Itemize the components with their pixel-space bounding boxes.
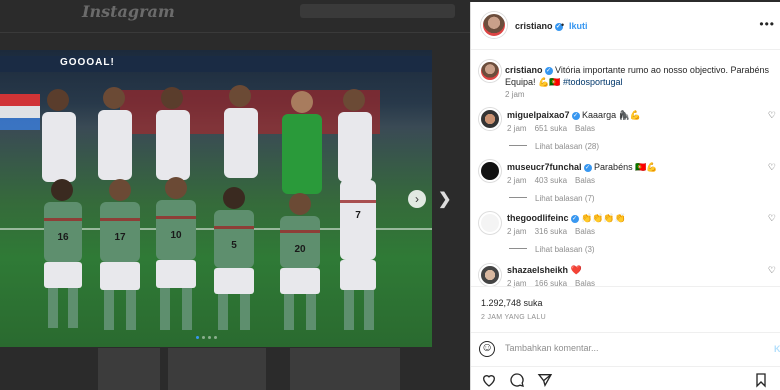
comment-text: miguelpaixao7 ✓ Kaaarga 🦍💪 (507, 110, 641, 120)
verified-icon: ✓ (571, 112, 580, 120)
carousel-dots (196, 336, 217, 339)
post-caption: cristiano ✓ Vitória importante rumo ao no… (505, 64, 775, 88)
stats-divider (471, 286, 780, 287)
comment-username[interactable]: thegoodlifeinc (507, 213, 569, 223)
verified-icon: ✓ (570, 215, 579, 223)
post-timestamp: 2 JAM YANG LALU (481, 314, 546, 321)
comment-icon[interactable] (509, 372, 525, 388)
avatar[interactable] (481, 12, 507, 38)
team-players: 16 17 10 5 20 7 (42, 85, 376, 330)
jersey-number: 16 (57, 232, 69, 243)
post-header: cristiano ✓ • Ikuti ••• (471, 2, 780, 50)
carousel-dot (208, 336, 211, 339)
comment-username[interactable]: miguelpaixao7 (507, 110, 570, 120)
post-comment-button[interactable]: Ki (774, 344, 780, 354)
likes-count[interactable]: 1.292,748 suka (481, 298, 543, 308)
comment-text: shazaelsheikh ❤️ (507, 265, 582, 275)
comment-text: thegoodlifeinc ✓ 👏👏👏👏 (507, 213, 626, 223)
post-side-panel: cristiano ✓ • Ikuti ••• cristiano ✓ Vitóri… (470, 2, 780, 390)
next-post-icon[interactable]: ❯ (438, 189, 451, 209)
avatar[interactable] (479, 108, 501, 130)
background-tile (98, 348, 160, 390)
comment-meta: 2 jam 316 suka Balas (507, 227, 596, 236)
player-back-row (42, 85, 372, 194)
comment-input[interactable] (505, 343, 725, 353)
carousel-dot (196, 336, 199, 339)
carousel-dot (214, 336, 217, 339)
heart-icon[interactable]: ♡ (768, 265, 776, 276)
carousel-dot (202, 336, 205, 339)
caption-time: 2 jam (505, 90, 525, 99)
more-options-icon[interactable]: ••• (759, 17, 775, 31)
jersey-number: 7 (355, 210, 361, 221)
heart-icon[interactable]: ♡ (768, 213, 776, 224)
view-replies-button[interactable]: Lihat balasan (7) (509, 194, 595, 203)
reply-button[interactable]: Balas (575, 227, 595, 236)
jersey-number: 17 (114, 232, 126, 243)
post-photo[interactable]: GOOOAL! 16 17 10 5 20 7 › (0, 50, 432, 347)
comment-username[interactable]: museucr7funchal (507, 162, 582, 172)
avatar[interactable] (479, 212, 501, 234)
avatar[interactable] (479, 160, 501, 182)
background-search-bar (300, 4, 455, 18)
follow-button[interactable]: Ikuti (569, 21, 588, 31)
photo-next-icon[interactable]: › (408, 190, 426, 208)
avatar[interactable] (479, 264, 501, 286)
emoji-icon[interactable] (479, 340, 495, 357)
player-front-row (44, 177, 376, 268)
comment-username[interactable]: shazaelsheikh (507, 265, 568, 275)
view-replies-button[interactable]: Lihat balasan (3) (509, 245, 595, 254)
verified-icon: ✓ (583, 164, 592, 172)
verified-icon: ✓ (544, 67, 553, 75)
background-tile (168, 348, 266, 390)
like-heart-icon[interactable] (481, 372, 497, 388)
caption-hashtag[interactable]: #todosportugal (563, 77, 623, 87)
share-icon[interactable] (537, 372, 553, 388)
separator-dot: • (561, 20, 565, 30)
background-tile (290, 348, 400, 390)
avatar[interactable] (479, 60, 501, 82)
reply-button[interactable]: Balas (575, 176, 595, 185)
caption-username[interactable]: cristiano (505, 65, 543, 75)
comment-text: museucr7funchal ✓ Parabéns 🇵🇹💪 (507, 162, 658, 172)
instagram-logo: Instagram (82, 2, 175, 21)
view-replies-button[interactable]: Lihat balasan (28) (509, 142, 599, 151)
add-comment-bar: Ki (471, 332, 780, 366)
jersey-number: 10 (170, 230, 182, 241)
comment-meta: 2 jam 651 suka Balas (507, 124, 596, 133)
save-bookmark-icon[interactable] (753, 372, 769, 388)
jersey-number: 5 (231, 240, 237, 251)
heart-icon[interactable]: ♡ (768, 162, 776, 173)
comment-meta: 2 jam 403 suka Balas (507, 176, 596, 185)
author-username[interactable]: cristiano ✓ (515, 21, 563, 31)
heart-icon[interactable]: ♡ (768, 110, 776, 121)
jersey-number: 20 (294, 244, 306, 255)
action-bar (471, 366, 780, 390)
reply-button[interactable]: Balas (575, 124, 595, 133)
